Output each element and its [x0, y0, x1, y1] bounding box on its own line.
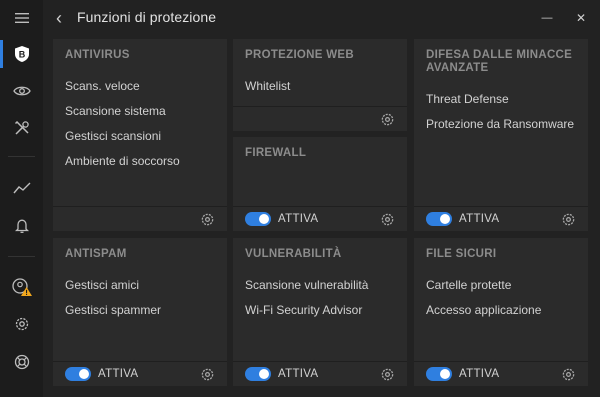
svg-text:B: B	[18, 50, 25, 60]
gear-icon[interactable]	[200, 212, 215, 227]
firewall-card: FIREWALL ATTIVA	[233, 137, 407, 231]
quick-scan-link[interactable]: Scans. veloce	[65, 79, 140, 93]
vulnerability-scan-link[interactable]: Scansione vulnerabilità	[245, 278, 368, 292]
card-footer	[233, 106, 407, 131]
manage-friends-link[interactable]: Gestisci amici	[65, 278, 139, 292]
sidebar-divider	[8, 156, 35, 157]
eye-icon	[12, 86, 31, 96]
sidebar-item-activity[interactable]	[0, 170, 43, 206]
whitelist-link[interactable]: Whitelist	[245, 79, 290, 93]
menu-button[interactable]	[0, 0, 43, 36]
close-icon: ✕	[575, 11, 587, 25]
threat-defense-link[interactable]: Threat Defense	[426, 92, 509, 106]
toggle-label: ATTIVA	[278, 213, 319, 225]
protected-folders-link[interactable]: Cartelle protette	[426, 278, 511, 292]
gear-icon[interactable]	[561, 367, 576, 382]
sidebar-item-support[interactable]	[0, 344, 43, 380]
gear-icon[interactable]	[380, 212, 395, 227]
advanced-threat-defense-card: DIFESA DALLE MINACCE AVANZATE Threat Def…	[414, 39, 588, 231]
manage-spammers-link[interactable]: Gestisci spammer	[65, 303, 161, 317]
antivirus-card: ANTIVIRUS Scans. veloce Scansione sistem…	[53, 39, 227, 231]
antispam-toggle[interactable]	[65, 367, 91, 381]
system-scan-link[interactable]: Scansione sistema	[65, 104, 166, 118]
vulnerability-toggle[interactable]	[245, 367, 271, 381]
card-footer: ATTIVA	[414, 206, 588, 231]
sidebar-item-account[interactable]	[0, 269, 43, 305]
minimize-button[interactable]: —	[536, 8, 558, 28]
application-access-link[interactable]: Accesso applicazione	[426, 303, 541, 317]
toggle-label: ATTIVA	[98, 368, 139, 380]
sidebar-item-settings[interactable]	[0, 306, 43, 342]
card-title: FILE SICURI	[426, 248, 497, 260]
card-title: ANTISPAM	[65, 248, 127, 260]
sidebar-item-protection[interactable]: B	[0, 36, 43, 72]
gear-icon[interactable]	[200, 367, 215, 382]
menu-icon	[14, 13, 29, 23]
safe-files-card: FILE SICURI Cartelle protette Accesso ap…	[414, 238, 588, 386]
rescue-environment-link[interactable]: Ambiente di soccorso	[65, 154, 180, 168]
wifi-security-advisor-link[interactable]: Wi-Fi Security Advisor	[245, 303, 362, 317]
antispam-card: ANTISPAM Gestisci amici Gestisci spammer…	[53, 238, 227, 386]
manage-scans-link[interactable]: Gestisci scansioni	[65, 129, 161, 143]
card-title-line: AVANZATE	[426, 62, 489, 74]
card-footer: ATTIVA	[414, 361, 588, 386]
bell-icon	[14, 219, 29, 233]
activity-icon	[12, 182, 30, 194]
close-button[interactable]: ✕	[570, 8, 592, 28]
toggle-label: ATTIVA	[278, 368, 319, 380]
toggle-label: ATTIVA	[459, 368, 500, 380]
card-title: ANTIVIRUS	[65, 49, 130, 61]
gear-icon[interactable]	[561, 212, 576, 227]
account-warning-icon	[11, 278, 32, 296]
tools-icon	[14, 120, 29, 135]
shield-b-icon: B	[14, 46, 29, 62]
card-footer: ATTIVA	[233, 361, 407, 386]
firewall-toggle[interactable]	[245, 212, 271, 226]
toggle-label: ATTIVA	[459, 213, 500, 225]
settings-icon	[15, 317, 28, 331]
card-footer	[53, 206, 227, 231]
card-title: FIREWALL	[245, 147, 307, 159]
support-icon	[14, 354, 29, 370]
threat-defense-toggle[interactable]	[426, 212, 452, 226]
gear-icon[interactable]	[380, 367, 395, 382]
ransomware-protection-link[interactable]: Protezione da Ransomware	[426, 117, 574, 131]
minimize-icon: —	[541, 12, 553, 24]
sidebar-item-utilities[interactable]	[0, 110, 43, 146]
page-title: Funzioni di protezione	[77, 9, 217, 25]
title-bar: ‹ Funzioni di protezione — ✕	[43, 0, 600, 36]
sidebar-divider	[8, 256, 35, 257]
safe-files-toggle[interactable]	[426, 367, 452, 381]
card-footer: ATTIVA	[233, 206, 407, 231]
sidebar-item-notifications[interactable]	[0, 208, 43, 244]
sidebar-item-privacy[interactable]	[0, 73, 43, 109]
back-icon: ‹	[56, 8, 62, 28]
back-button[interactable]: ‹	[49, 8, 69, 28]
card-title: DIFESA DALLE MINACCE AVANZATE	[426, 49, 572, 75]
gear-icon[interactable]	[380, 112, 395, 127]
sidebar: B	[0, 0, 43, 397]
card-title: VULNERABILITÀ	[245, 248, 342, 260]
web-protection-card: PROTEZIONE WEB Whitelist	[233, 39, 407, 131]
card-footer: ATTIVA	[53, 361, 227, 386]
vulnerability-card: VULNERABILITÀ Scansione vulnerabilità Wi…	[233, 238, 407, 386]
card-title-line: DIFESA DALLE MINACCE	[426, 49, 573, 61]
card-title: PROTEZIONE WEB	[245, 49, 354, 61]
